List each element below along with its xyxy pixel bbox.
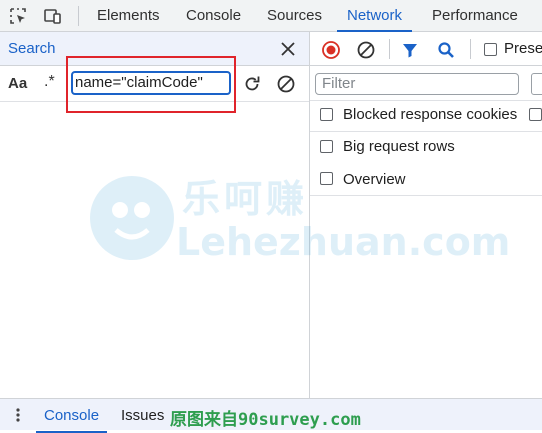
close-icon[interactable] [280, 41, 296, 57]
clear-search-icon[interactable] [276, 74, 296, 94]
blocked-response-cookies-label: Blocked response cookies [343, 106, 518, 123]
filter-funnel-icon[interactable] [400, 40, 420, 60]
watermark-chinese-text: 乐呵赚 [182, 177, 309, 221]
match-case-toggle[interactable]: Aa [8, 75, 27, 92]
toolbar-divider [470, 39, 471, 59]
blocked-response-cookies-checkbox[interactable] [320, 108, 333, 121]
divider [310, 195, 542, 196]
tab-console[interactable]: Console [186, 0, 241, 32]
search-input[interactable]: name="claimCode" [71, 71, 231, 95]
tab-elements[interactable]: Elements [97, 0, 160, 32]
overview-label: Overview [343, 171, 406, 188]
stop-recording-icon[interactable] [321, 40, 341, 60]
clear-log-icon[interactable] [356, 40, 376, 60]
source-caption: 原图来自90survey.com [170, 410, 361, 430]
regex-toggle[interactable]: .* [44, 73, 55, 91]
toolbar-divider [389, 39, 390, 59]
overview-checkbox[interactable] [320, 172, 333, 185]
watermark-mascot-icon [90, 176, 174, 260]
device-toolbar-icon[interactable] [42, 6, 62, 26]
search-panel-header: Search [0, 32, 310, 66]
tab-performance[interactable]: Performance [432, 0, 518, 32]
toolbar-divider [78, 6, 79, 26]
more-options-kebab-icon[interactable] [10, 407, 26, 423]
drawer-tab-console[interactable]: Console [35, 407, 108, 433]
divider [310, 131, 542, 132]
refresh-icon[interactable] [242, 74, 262, 94]
tab-sources[interactable]: Sources [267, 0, 322, 32]
filter-input[interactable]: Filter [315, 73, 519, 95]
tab-network[interactable]: Network [336, 0, 413, 32]
preserve-log-checkbox[interactable] [484, 43, 497, 56]
big-request-rows-label: Big request rows [343, 138, 455, 155]
search-icon[interactable] [436, 40, 456, 60]
preserve-log-label: Prese [504, 40, 542, 57]
inspect-element-icon[interactable] [8, 6, 28, 26]
big-request-rows-checkbox[interactable] [320, 140, 333, 153]
drawer-tab-issues[interactable]: Issues [121, 407, 164, 424]
search-panel-title: Search [8, 40, 56, 57]
partial-hidden-checkbox[interactable] [529, 108, 542, 121]
panel-divider[interactable] [309, 32, 310, 398]
filter-options-dropdown[interactable] [531, 73, 542, 95]
divider [310, 100, 542, 101]
watermark: 乐呵赚 Lehezhuan.com [86, 168, 510, 268]
watermark-latin-text: Lehezhuan.com [176, 220, 511, 264]
devtools-tab-bar: Elements Console Sources Network Perform… [0, 0, 542, 32]
